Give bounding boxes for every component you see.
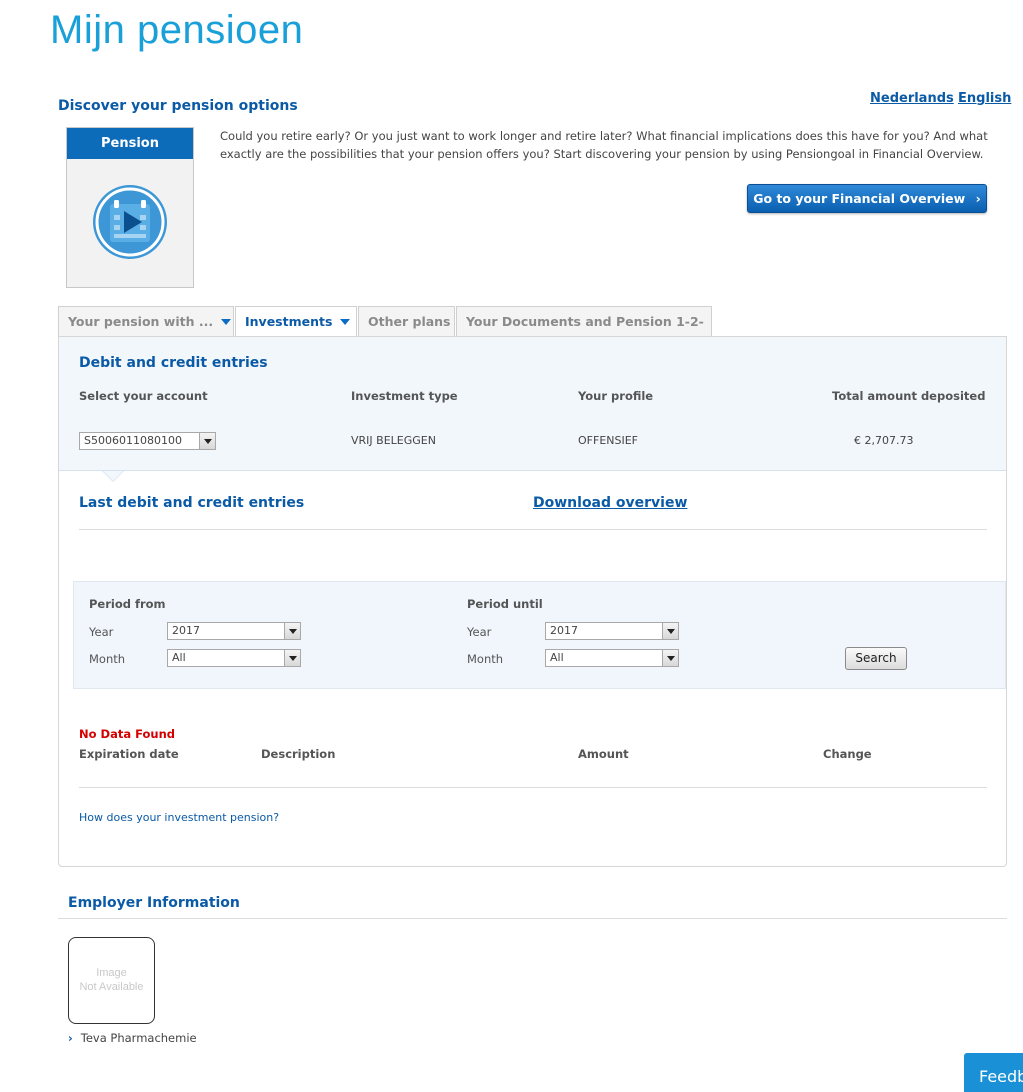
last-entries-title: Last debit and credit entries xyxy=(79,495,305,511)
tab-your-pension[interactable]: Your pension with ... xyxy=(58,306,234,336)
chevron-down-icon xyxy=(340,319,351,325)
until-month-label: Month xyxy=(467,652,504,666)
tab-documents[interactable]: Your Documents and Pension 1-2-3 xyxy=(456,306,712,358)
employer-title: Employer Information xyxy=(68,895,240,911)
col-change: Change xyxy=(823,747,872,761)
financial-overview-button-label: Go to your Financial Overview xyxy=(753,191,966,206)
divider xyxy=(58,918,1007,919)
chevron-down-icon xyxy=(199,433,215,449)
employer-name: Teva Pharmachemie xyxy=(80,1031,197,1045)
employer-link[interactable]: › Teva Pharmachemie xyxy=(68,1031,197,1045)
col-investment-type: Investment type xyxy=(351,389,458,403)
account-select-value: S5006011080100 xyxy=(84,434,182,447)
divider xyxy=(79,787,987,788)
tab-label: Investments xyxy=(245,314,333,329)
language-english-link[interactable]: English xyxy=(958,91,1011,106)
employer-logo-placeholder: Image Not Available xyxy=(68,937,155,1024)
from-month-value: All xyxy=(172,651,186,664)
chevron-down-icon xyxy=(662,650,678,666)
image-placeholder-text: Image xyxy=(96,967,127,979)
period-until-title: Period until xyxy=(467,597,543,611)
pension-video-card[interactable]: Pension xyxy=(66,127,194,288)
chevron-down-icon xyxy=(662,623,678,639)
search-button[interactable]: Search xyxy=(845,647,907,670)
download-overview-link[interactable]: Download overview xyxy=(533,495,687,511)
col-account: Select your account xyxy=(79,389,208,403)
from-month-label: Month xyxy=(89,652,126,666)
tab-label: Other plans xyxy=(368,314,451,329)
tab-other-plans[interactable]: Other plans xyxy=(358,306,455,336)
no-data-message: No Data Found xyxy=(79,727,175,741)
investment-pension-help-link[interactable]: How does your investment pension? xyxy=(79,811,279,824)
col-total: Total amount deposited xyxy=(832,389,986,403)
play-video-icon[interactable] xyxy=(91,183,169,261)
page-title: Mijn pensioen xyxy=(50,8,304,52)
chevron-down-icon xyxy=(284,623,300,639)
pension-card-label: Pension xyxy=(67,128,193,159)
discover-title: Discover your pension options xyxy=(58,98,298,114)
col-amount: Amount xyxy=(578,747,629,761)
image-placeholder-text: Not Available xyxy=(79,981,144,993)
language-dutch-link[interactable]: Nederlands xyxy=(870,91,954,106)
from-year-select[interactable]: 2017 xyxy=(167,622,301,640)
account-select[interactable]: S5006011080100 xyxy=(79,432,216,450)
col-profile: Your profile xyxy=(578,389,654,403)
col-expiration-date: Expiration date xyxy=(79,747,179,761)
tab-investments[interactable]: Investments xyxy=(235,306,357,337)
until-year-value: 2017 xyxy=(550,624,578,637)
total-value: € 2,707.73 xyxy=(854,434,914,447)
chevron-down-icon xyxy=(284,650,300,666)
pointer xyxy=(103,471,123,481)
tab-label: Your pension with ... xyxy=(68,314,214,329)
chevron-right-icon: › xyxy=(975,191,981,206)
divider xyxy=(79,529,987,530)
until-month-value: All xyxy=(550,651,564,664)
until-year-label: Year xyxy=(467,625,492,639)
chevron-down-icon xyxy=(221,319,232,325)
feedback-button[interactable]: Feedb xyxy=(964,1053,1023,1092)
investment-type-value: VRIJ BELEGGEN xyxy=(351,434,436,447)
from-month-select[interactable]: All xyxy=(167,649,301,667)
from-year-label: Year xyxy=(89,625,114,639)
until-year-select[interactable]: 2017 xyxy=(545,622,679,640)
col-description: Description xyxy=(261,747,336,761)
discover-description: Could you retire early? Or you just want… xyxy=(220,129,988,161)
financial-overview-button[interactable]: Go to your Financial Overview › xyxy=(747,184,987,213)
entries-title: Debit and credit entries xyxy=(79,355,268,371)
until-month-select[interactable]: All xyxy=(545,649,679,667)
from-year-value: 2017 xyxy=(172,624,200,637)
period-from-title: Period from xyxy=(89,597,166,611)
chevron-right-icon: › xyxy=(68,1031,73,1045)
profile-value: OFFENSIEF xyxy=(578,434,638,447)
